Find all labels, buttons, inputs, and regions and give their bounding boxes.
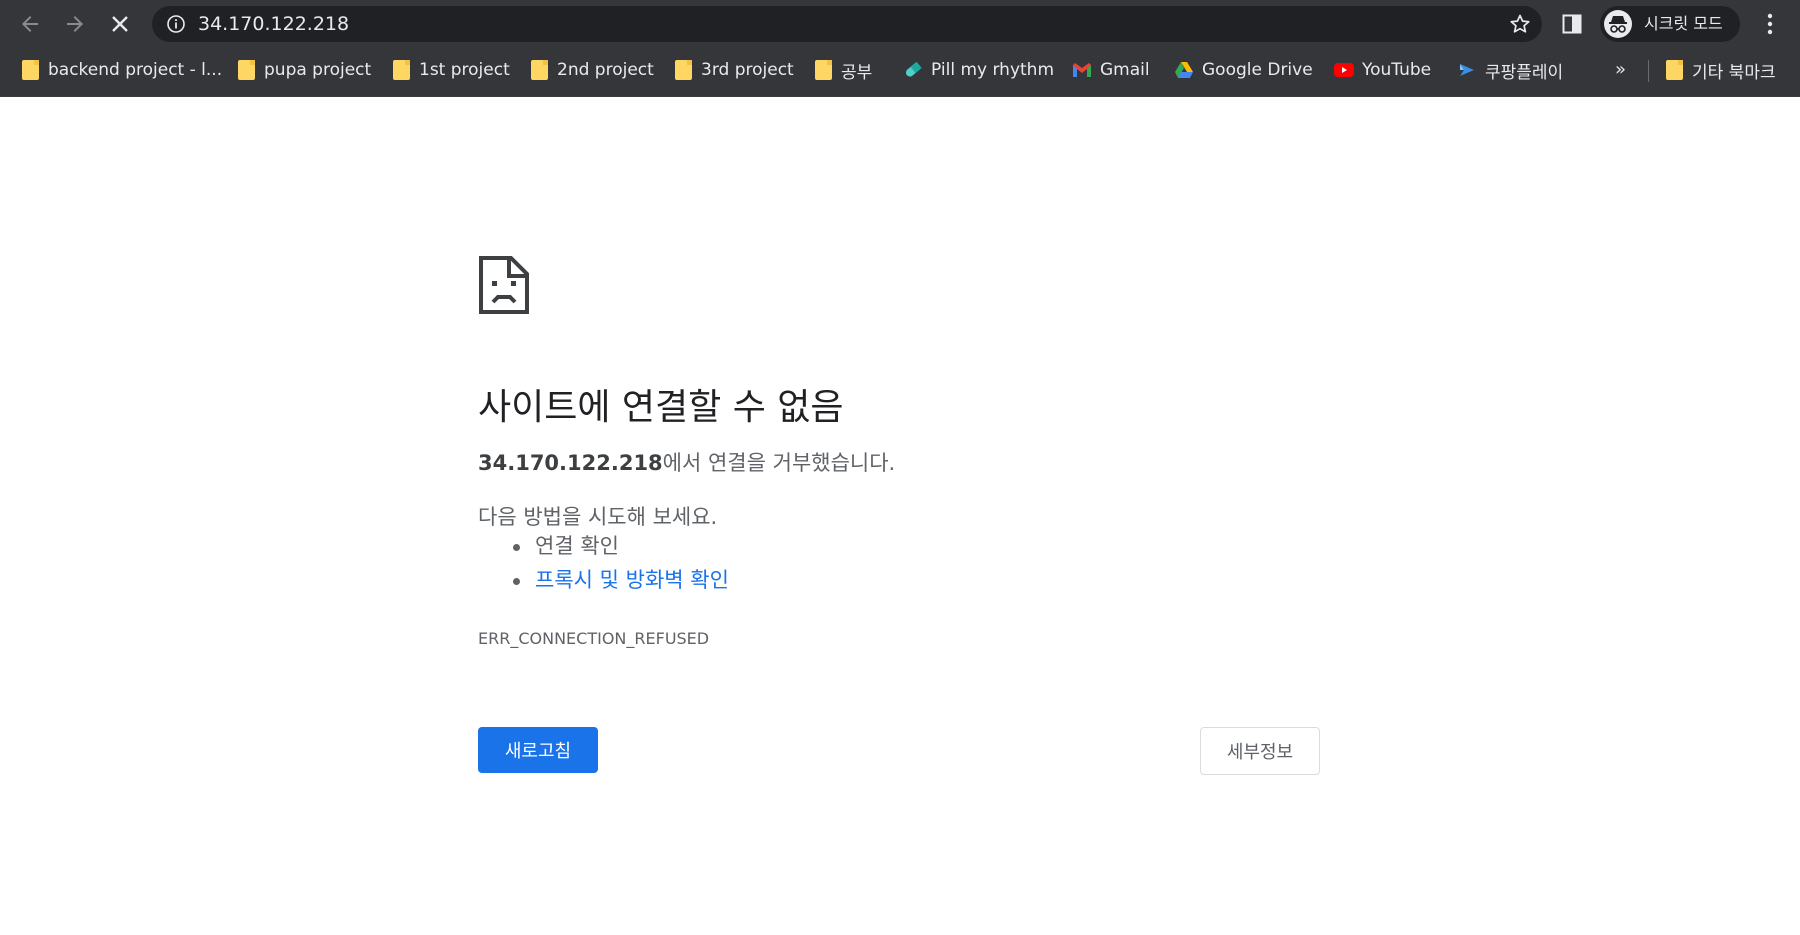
bookmark-label: Google Drive xyxy=(1202,60,1313,80)
bookmark-label: pupa project xyxy=(264,60,372,80)
bookmark-google-drive[interactable]: Google Drive xyxy=(1174,48,1313,92)
folder-icon xyxy=(529,60,549,80)
error-description-text: 에서 연결을 거부했습니다. xyxy=(662,451,896,475)
drive-icon xyxy=(1174,60,1194,80)
error-title: 사이트에 연결할 수 없음 xyxy=(478,387,844,428)
side-panel-icon[interactable] xyxy=(1560,12,1584,36)
bookmark-gmail[interactable]: Gmail xyxy=(1072,48,1150,92)
error-code: ERR_CONNECTION_REFUSED xyxy=(478,629,710,648)
folder-icon xyxy=(20,60,40,80)
reload-button[interactable]: 새로고침 xyxy=(478,727,598,773)
bookmarks-overflow-button[interactable]: » xyxy=(1615,48,1626,92)
incognito-icon xyxy=(1604,10,1632,38)
browser-toolbar: 34.170.122.218 시크릿 모드 xyxy=(0,0,1800,48)
pill-icon xyxy=(903,60,923,80)
bookmarks-divider xyxy=(1648,60,1649,82)
sad-page-icon xyxy=(479,256,529,314)
bookmark-coupang-play[interactable]: 쿠팡플레이 xyxy=(1457,48,1563,92)
bookmark-label: Gmail xyxy=(1100,60,1150,80)
info-icon[interactable] xyxy=(166,14,186,34)
gmail-icon xyxy=(1072,60,1092,80)
arrow-left-icon xyxy=(22,16,38,32)
bookmark-pupa-project[interactable]: pupa project xyxy=(236,48,371,92)
url-text[interactable]: 34.170.122.218 xyxy=(198,6,349,42)
folder-icon xyxy=(236,60,256,80)
bookmark-2nd-project[interactable]: 2nd project xyxy=(529,48,654,92)
bookmark-label: 3rd project xyxy=(701,60,794,80)
error-host: 34.170.122.218 xyxy=(478,451,663,475)
folder-icon xyxy=(391,60,411,80)
more-menu-icon[interactable] xyxy=(1756,10,1784,38)
address-bar[interactable]: 34.170.122.218 xyxy=(152,6,1542,42)
bookmark-other-bookmarks[interactable]: 기타 북마크 xyxy=(1664,48,1776,92)
bookmark-label: 기타 북마크 xyxy=(1692,62,1776,83)
bookmark-study[interactable]: 공부 xyxy=(813,48,872,92)
suggestions-heading: 다음 방법을 시도해 보세요. xyxy=(478,505,718,529)
suggestions-list: 연결 확인 프록시 및 방화벽 확인 xyxy=(478,529,729,597)
bookmark-label: YouTube xyxy=(1362,60,1432,80)
suggestion-check-proxy-firewall-link[interactable]: 프록시 및 방화벽 확인 xyxy=(478,563,729,597)
bookmark-label: backend project - l... xyxy=(48,60,223,80)
back-button[interactable] xyxy=(12,6,48,42)
folder-icon xyxy=(1664,60,1684,80)
profile-label: 시크릿 모드 xyxy=(1644,14,1723,33)
youtube-icon xyxy=(1334,60,1354,80)
bookmark-label: 2nd project xyxy=(557,60,654,80)
star-icon[interactable] xyxy=(1508,12,1532,36)
bookmark-label: 공부 xyxy=(841,62,873,83)
bookmark-label: 1st project xyxy=(419,60,510,80)
folder-icon xyxy=(813,60,833,80)
bookmark-label: 쿠팡플레이 xyxy=(1485,62,1564,83)
bookmarks-bar: backend project - l... pupa project 1st … xyxy=(0,48,1800,97)
coupang-play-icon xyxy=(1457,60,1477,80)
bookmark-backend-project[interactable]: backend project - l... xyxy=(20,48,222,92)
bookmark-pill-my-rhythm[interactable]: Pill my rhythm xyxy=(903,48,1054,92)
incognito-profile-button[interactable]: 시크릿 모드 xyxy=(1600,6,1740,42)
suggestion-check-connection: 연결 확인 xyxy=(478,529,729,563)
bookmark-1st-project[interactable]: 1st project xyxy=(391,48,510,92)
close-icon xyxy=(112,16,128,32)
forward-button[interactable] xyxy=(57,6,93,42)
bookmark-label: Pill my rhythm xyxy=(931,60,1055,80)
stop-loading-button[interactable] xyxy=(102,6,138,42)
details-button[interactable]: 세부정보 xyxy=(1200,727,1320,775)
arrow-right-icon xyxy=(67,16,83,32)
error-description: 34.170.122.218에서 연결을 거부했습니다. xyxy=(478,447,895,477)
bookmark-youtube[interactable]: YouTube xyxy=(1334,48,1431,92)
folder-icon xyxy=(673,60,693,80)
bookmark-3rd-project[interactable]: 3rd project xyxy=(673,48,794,92)
